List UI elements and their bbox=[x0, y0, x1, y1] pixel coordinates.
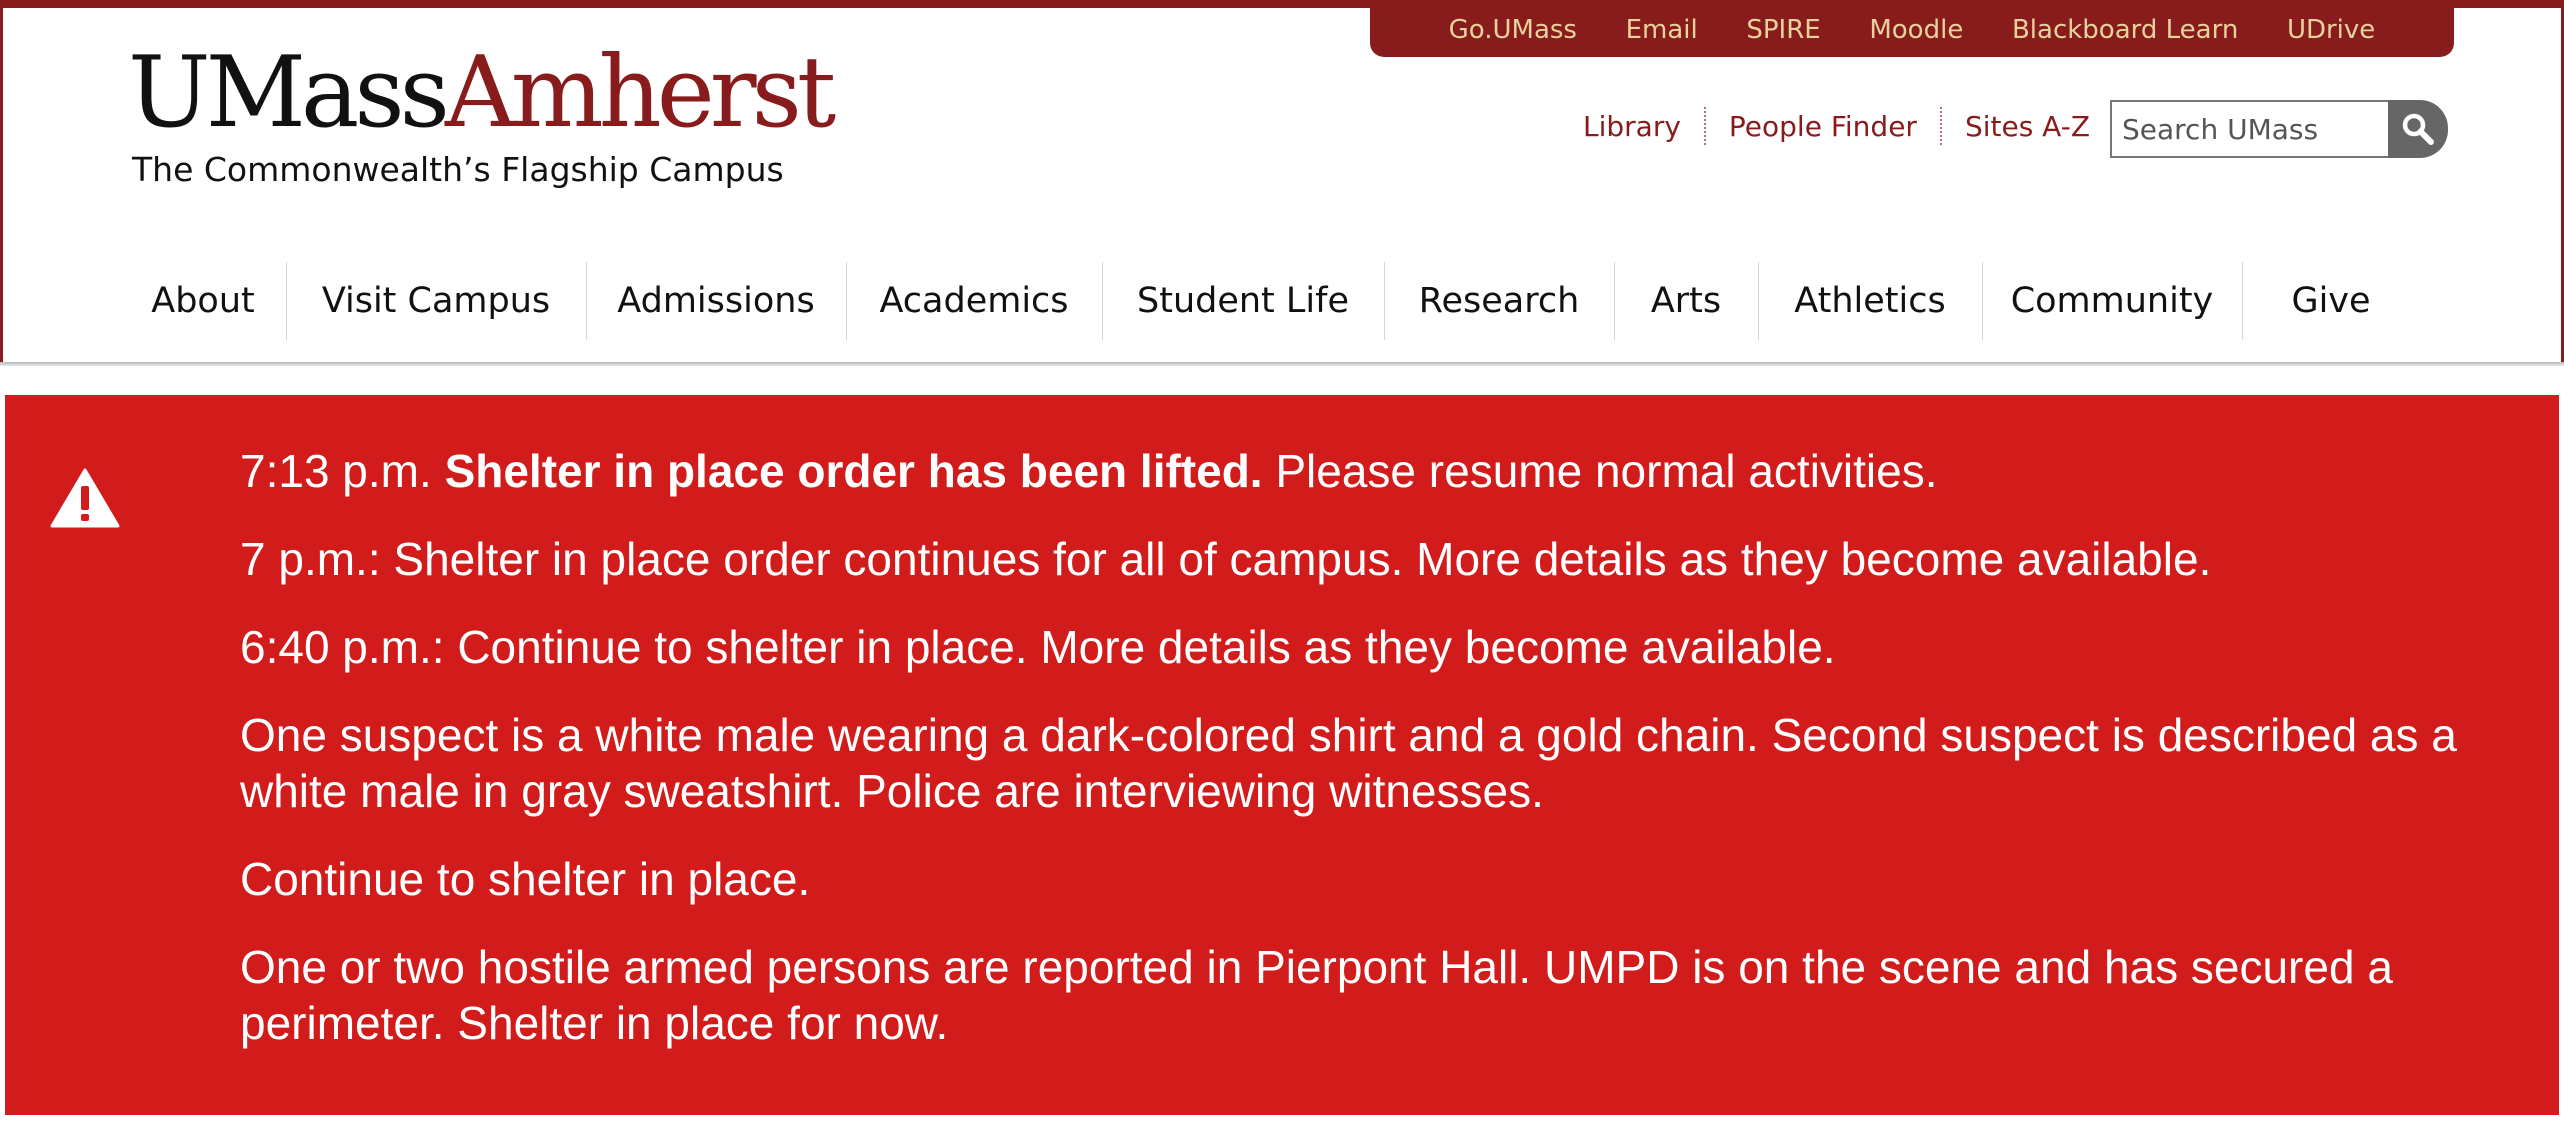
utility-link-blackboard-learn[interactable]: Blackboard Learn bbox=[2012, 13, 2238, 45]
header-divider bbox=[0, 362, 2564, 366]
alert-message: 6:40 p.m.: Continue to shelter in place.… bbox=[240, 621, 1836, 673]
people-finder-link[interactable]: People Finder bbox=[1706, 110, 1940, 143]
nav-student-life[interactable]: Student Life bbox=[1102, 262, 1384, 340]
sites-a-z-link[interactable]: Sites A-Z bbox=[1942, 110, 2113, 143]
page: Go.UMass Email SPIRE Moodle Blackboard L… bbox=[0, 0, 2564, 1126]
nav-community[interactable]: Community bbox=[1982, 262, 2242, 340]
warning-triangle-icon bbox=[50, 468, 120, 528]
utility-link-spire[interactable]: SPIRE bbox=[1746, 13, 1820, 45]
alert-message: One or two hostile armed persons are rep… bbox=[240, 941, 2393, 1049]
alert-message: 7:13 p.m. Shelter in place order has bee… bbox=[240, 443, 2530, 499]
search-box bbox=[2110, 100, 2450, 158]
main-nav: About Visit Campus Admissions Academics … bbox=[120, 262, 2420, 340]
nav-visit-campus[interactable]: Visit Campus bbox=[286, 262, 586, 340]
alert-message: 7 p.m.: Shelter in place order continues… bbox=[240, 533, 2212, 585]
nav-athletics[interactable]: Athletics bbox=[1758, 262, 1982, 340]
utility-bar: Go.UMass Email SPIRE Moodle Blackboard L… bbox=[1370, 0, 2454, 57]
search-button[interactable] bbox=[2388, 100, 2448, 158]
nav-research[interactable]: Research bbox=[1384, 262, 1614, 340]
search-input[interactable] bbox=[2110, 100, 2388, 158]
utility-link-email[interactable]: Email bbox=[1626, 13, 1698, 45]
alert-message-text: Please resume normal activities. bbox=[1262, 445, 1938, 497]
utility-link-go-umass[interactable]: Go.UMass bbox=[1449, 13, 1577, 45]
logo-wordmark: UMassAmherst bbox=[128, 44, 836, 142]
alert-message-headline: Shelter in place order has been lifted. bbox=[444, 445, 1263, 497]
nav-arts[interactable]: Arts bbox=[1614, 262, 1758, 340]
logo-amherst-text: Amherst bbox=[444, 36, 836, 150]
nav-admissions[interactable]: Admissions bbox=[586, 262, 846, 340]
alert-message: One suspect is a white male wearing a da… bbox=[240, 709, 2457, 817]
nav-about[interactable]: About bbox=[120, 262, 286, 340]
umass-amherst-logo[interactable]: UMassAmherst The Commonwealth’s Flagship… bbox=[128, 44, 836, 204]
logo-tagline: The Commonwealth’s Flagship Campus bbox=[132, 150, 784, 189]
alert-message-time: 7:13 p.m. bbox=[240, 445, 445, 497]
left-border bbox=[0, 0, 3, 365]
utility-link-moodle[interactable]: Moodle bbox=[1869, 13, 1963, 45]
alert-message: Continue to shelter in place. bbox=[240, 853, 811, 905]
logo-umass-text: UMass bbox=[128, 36, 450, 150]
nav-academics[interactable]: Academics bbox=[846, 262, 1102, 340]
library-link[interactable]: Library bbox=[1560, 110, 1704, 143]
utility-link-udrive[interactable]: UDrive bbox=[2287, 13, 2375, 45]
nav-give[interactable]: Give bbox=[2242, 262, 2420, 340]
search-icon bbox=[2402, 113, 2434, 145]
alert-messages: 7:13 p.m. Shelter in place order has bee… bbox=[240, 443, 2530, 1083]
secondary-links: Library People Finder Sites A-Z bbox=[1560, 104, 2113, 148]
